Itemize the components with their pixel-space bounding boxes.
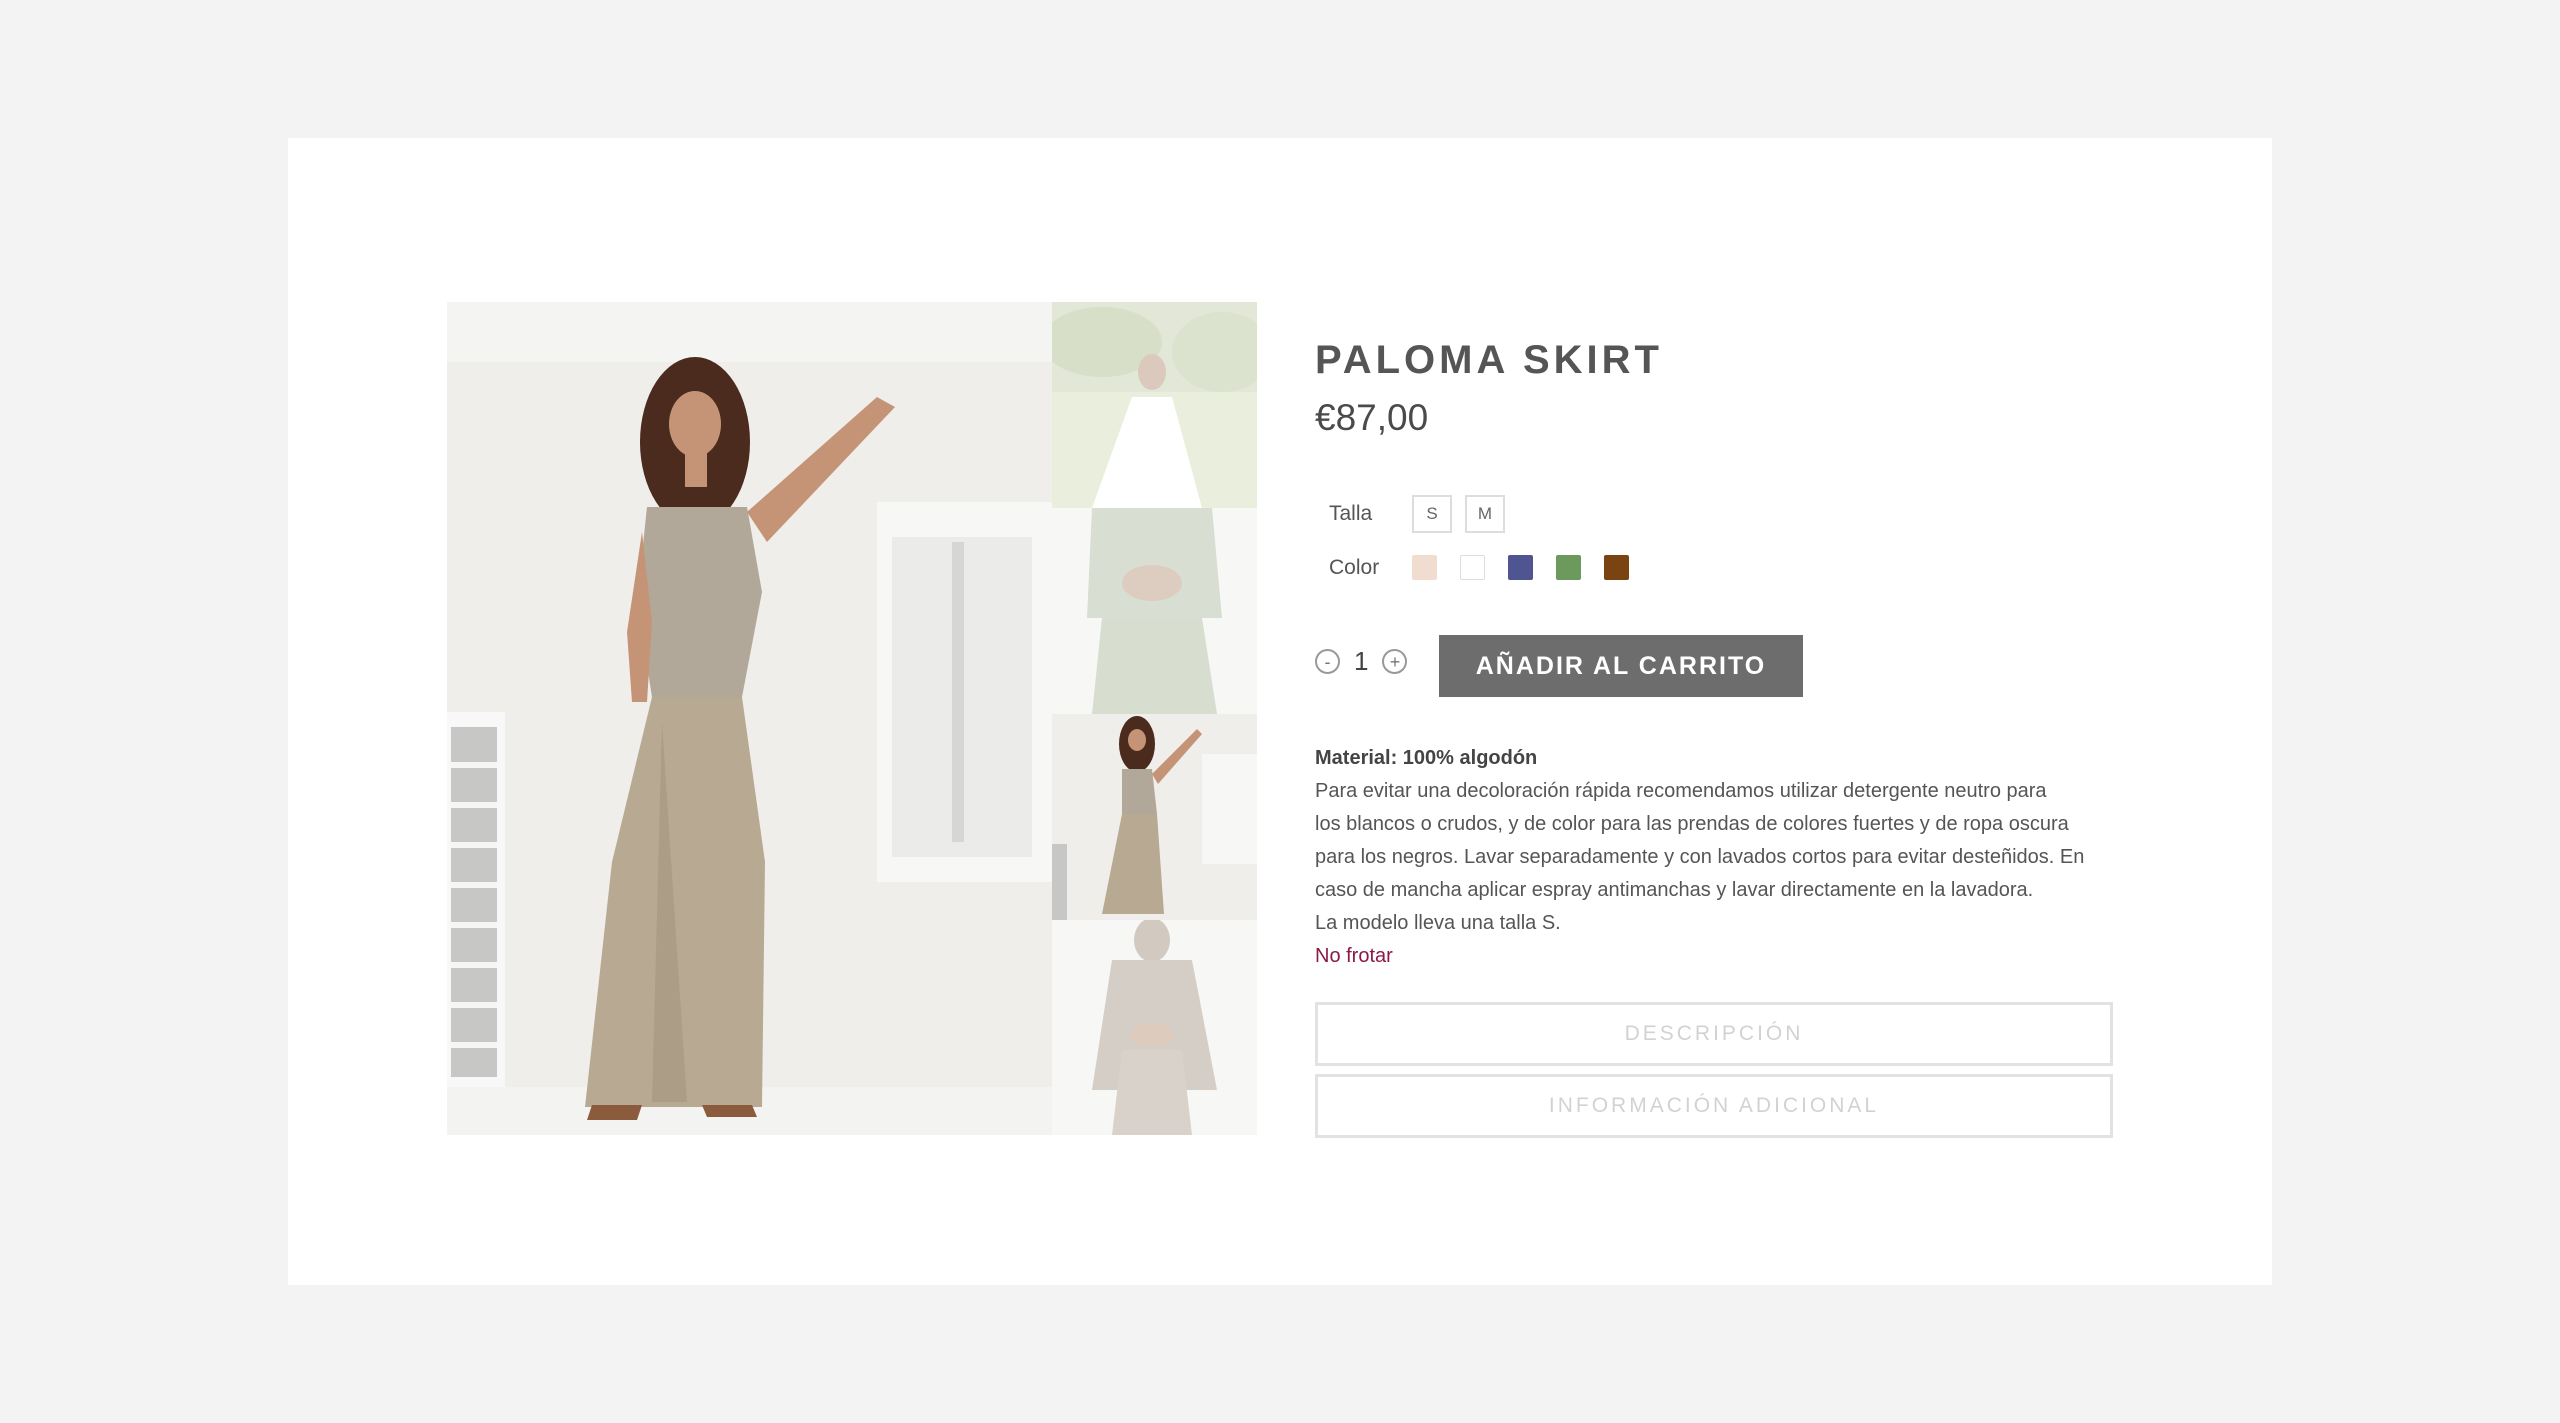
product-title: PALOMA SKIRT [1315,338,1663,382]
color-swatch-blue[interactable] [1508,555,1533,580]
thumbnail-3[interactable] [1052,714,1257,920]
product-description: Material: 100% algodón Para evitar una d… [1315,742,2115,973]
main-product-image[interactable] [447,302,1052,1135]
color-swatch-brown[interactable] [1604,555,1629,580]
thumbnail-4[interactable] [1052,920,1257,1135]
description-line: caso de mancha aplicar espray antimancha… [1315,879,2034,901]
color-swatch-nude[interactable] [1412,555,1437,580]
tab-descripcion[interactable]: DESCRIPCIÓN [1315,1002,2113,1066]
color-swatch-white[interactable] [1460,555,1485,580]
care-warning: No frotar [1315,945,1393,967]
quantity-stepper: - 1 + [1315,646,1408,677]
size-label: Talla [1329,502,1373,525]
product-price: €87,00 [1315,397,1429,438]
description-line: los blancos o crudos, y de color para la… [1315,813,2069,835]
description-line: para los negros. Lavar separadamente y c… [1315,846,2085,868]
color-swatch-green[interactable] [1556,555,1581,580]
thumbnail-2[interactable] [1052,508,1257,714]
size-option-s[interactable]: S [1412,495,1452,533]
thumbnail-1[interactable] [1052,302,1257,508]
tab-informacion-adicional[interactable]: INFORMACIÓN ADICIONAL [1315,1074,2113,1138]
plus-circle-icon[interactable]: + [1382,649,1408,674]
add-to-cart-button[interactable]: AÑADIR AL CARRITO [1439,635,1803,697]
size-option-m[interactable]: M [1465,495,1505,533]
description-line: Para evitar una decoloración rápida reco… [1315,780,2047,802]
description-line: La modelo lleva una talla S. [1315,912,1561,934]
color-selector: Color [1329,555,1652,580]
thumbnail-strip [1052,302,1257,1135]
size-selector: Talla S M [1329,495,1518,533]
color-label: Color [1329,555,1380,579]
minus-circle-icon[interactable]: - [1315,649,1340,674]
quantity-value[interactable]: 1 [1354,646,1368,677]
material-text: Material: 100% algodón [1315,747,1538,769]
product-info: PALOMA SKIRT €87,00 Talla S M Color - 1 … [1315,330,2115,1138]
